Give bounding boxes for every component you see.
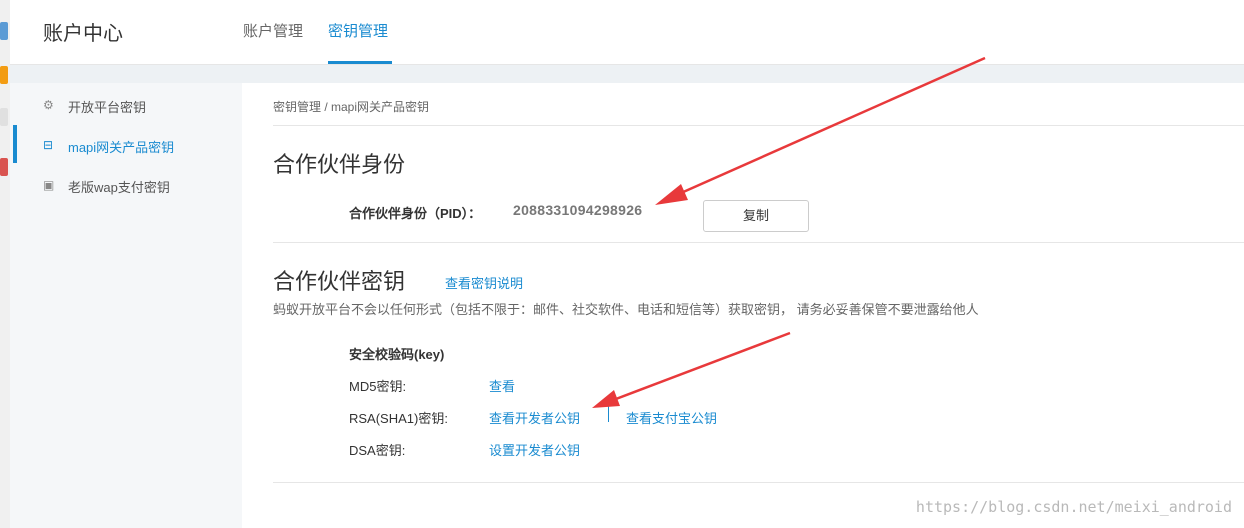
app-icon [0, 66, 8, 84]
copy-button[interactable]: 复制 [703, 200, 809, 232]
top-header [10, 0, 1244, 65]
tab-key-management[interactable]: 密钥管理 [328, 20, 388, 41]
link-separator [608, 406, 609, 422]
sidebar-item-label: mapi网关产品密钥 [68, 140, 175, 155]
pid-value: 2088331094298926 [513, 202, 643, 218]
wallet-icon: ▣ [43, 178, 55, 192]
app-icon [0, 158, 8, 176]
view-developer-public-key-link[interactable]: 查看开发者公钥 [489, 408, 580, 427]
sidebar-item-label: 老版wap支付密钥 [68, 180, 170, 195]
sidebar-item-mapi-gateway-key[interactable]: ⊟ mapi网关产品密钥 [10, 125, 242, 165]
md5-key-label: MD5密钥: [349, 379, 407, 394]
tab-account-management[interactable]: 账户管理 [243, 20, 303, 41]
view-alipay-public-key-link[interactable]: 查看支付宝公钥 [626, 408, 717, 427]
gateway-icon: ⊟ [43, 138, 54, 152]
divider [273, 482, 1244, 483]
breadcrumb: 密钥管理 / mapi网关产品密钥 [273, 100, 430, 114]
app-icon [0, 22, 8, 40]
red-arrow-to-developer-public-key [592, 331, 791, 408]
divider [273, 125, 1244, 126]
sidebar-item-legacy-wap-key[interactable]: ▣ 老版wap支付密钥 [10, 165, 242, 205]
header-divider-band [10, 65, 1244, 83]
app-icon [0, 108, 8, 126]
partner-key-heading: 合作伙伴密钥 [273, 269, 406, 294]
partner-id-heading: 合作伙伴身份 [273, 152, 406, 177]
pid-label: 合作伙伴身份（PID）： [349, 206, 482, 221]
sidebar-item-label: 开放平台密钥 [68, 100, 147, 115]
gear-icon: ⚙ [43, 98, 54, 112]
divider [273, 242, 1244, 243]
sidebar-item-open-platform-key[interactable]: ⚙ 开放平台密钥 [10, 85, 242, 125]
key-help-link[interactable]: 查看密钥说明 [445, 273, 523, 292]
active-tab-indicator [328, 61, 392, 64]
view-md5-key-link[interactable]: 查看 [489, 376, 515, 395]
watermark: https://blog.csdn.net/meixi_android [915, 498, 1232, 516]
rsa-key-label: RSA(SHA1)密钥: [349, 411, 448, 426]
dsa-key-label: DSA密钥: [349, 443, 406, 458]
security-notice: 蚂蚁开放平台不会以任何形式（包括不限于：邮件、社交软件、电话和短信等）获取密钥，… [273, 302, 979, 317]
brand-title: 账户中心 [43, 23, 123, 45]
security-key-heading: 安全校验码(key) [349, 347, 445, 362]
set-developer-public-key-link[interactable]: 设置开发者公钥 [489, 440, 580, 459]
